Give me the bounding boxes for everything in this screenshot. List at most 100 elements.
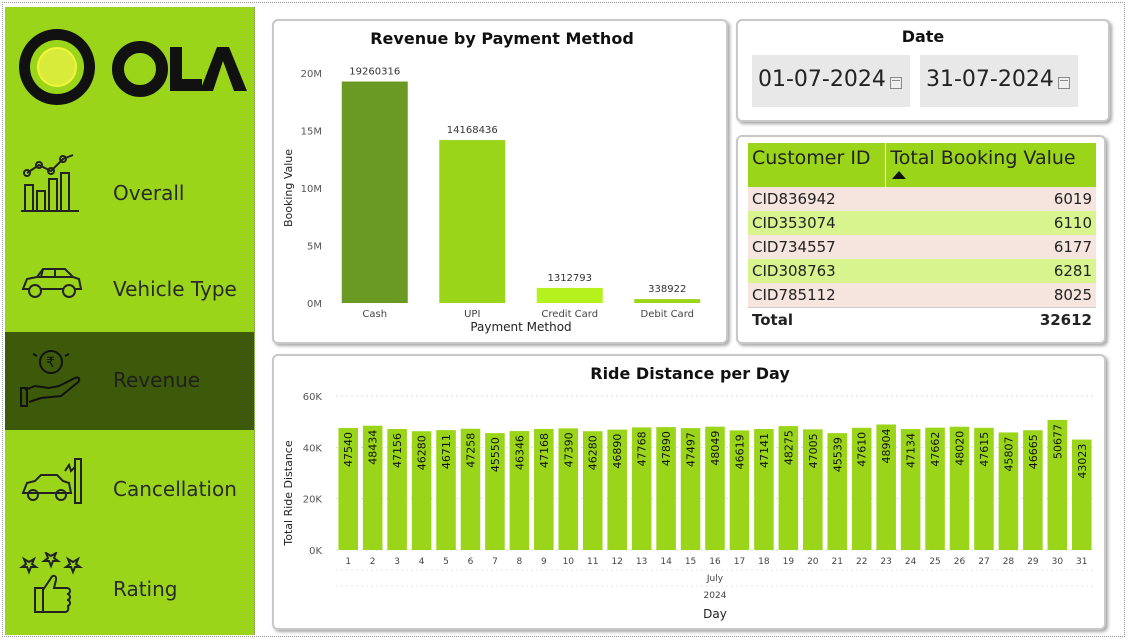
x-tick-label: 23	[880, 557, 891, 567]
booking-value-cell: 6110	[885, 211, 1096, 235]
x-tick-label: 8	[517, 557, 523, 567]
sidebar-item-label: Revenue	[113, 368, 201, 392]
x-tick-label: 20	[807, 557, 819, 567]
y-tick-label: 5M	[307, 242, 322, 253]
customer-id-cell: CID308763	[748, 259, 886, 283]
x-tick-label: 14	[660, 557, 672, 567]
table-row[interactable]: CID785112 8025	[748, 283, 1096, 308]
table-row[interactable]: CID308763 6281	[748, 259, 1096, 283]
x-tick-label: 18	[758, 557, 770, 567]
y-tick-label: 20K	[303, 495, 323, 506]
x-tick-label: 5	[443, 557, 449, 567]
sidebar-item-cancellation[interactable]: Cancellation	[5, 433, 254, 531]
table-row[interactable]: CID734557 6177	[748, 235, 1096, 259]
x-tick-label: Cash	[362, 309, 387, 320]
sidebar-item-rating[interactable]: Rating	[5, 534, 254, 632]
data-label: 47168	[538, 433, 551, 468]
start-date-input[interactable]: 01-07-2024	[752, 55, 910, 107]
data-label: 46346	[513, 435, 526, 470]
data-label: 45807	[1002, 436, 1015, 471]
stars-thumbs-up-icon	[19, 552, 83, 613]
sidebar-item-label: Overall	[113, 181, 185, 205]
end-date-input[interactable]: 31-07-2024	[920, 55, 1078, 107]
revenue-chart-card: Revenue by Payment Method 0M 5M 10M 15M 20M Bo…	[272, 19, 728, 344]
data-label: 47005	[807, 433, 820, 468]
y-axis-label: Total Ride Distance	[282, 440, 295, 546]
x-tick-label: 24	[905, 557, 917, 567]
data-label: 338922	[648, 284, 686, 295]
data-label: 48049	[709, 431, 722, 466]
booking-value-cell: 8025	[885, 283, 1096, 308]
x-tick-label: 7	[492, 557, 498, 567]
ride-distance-chart-card: Ride Distance per Day 0K 20K 40K 60K Total Ri…	[272, 354, 1106, 630]
table-row[interactable]: CID353074 6110	[748, 211, 1096, 235]
data-label: 47258	[464, 433, 477, 468]
data-label: 14168436	[447, 125, 498, 136]
x-tick-label: 26	[954, 557, 966, 567]
x-tick-label: UPI	[464, 309, 480, 320]
data-label: 46890	[611, 434, 624, 469]
data-label: 45550	[489, 437, 502, 472]
x-year-label: 2024	[704, 591, 727, 601]
data-label: 47890	[660, 431, 673, 466]
col-header-customer-id[interactable]: Customer ID	[748, 143, 886, 187]
data-label: 47768	[636, 431, 649, 466]
data-label: 46665	[1027, 434, 1040, 469]
x-tick-label: 6	[468, 557, 474, 567]
data-label: 48020	[954, 431, 967, 466]
total-label: Total	[748, 307, 886, 332]
data-label: 47141	[758, 433, 771, 468]
revenue-chart: Revenue by Payment Method 0M 5M 10M 15M 20M Bo…	[282, 29, 701, 334]
data-label: 47390	[562, 432, 575, 467]
data-label: 46280	[416, 435, 429, 470]
x-tick-label: 12	[611, 557, 622, 567]
customer-table: Customer ID Total Booking Value CID83694…	[748, 143, 1096, 332]
date-filter-card: Date 01-07-2024 31-07-2024	[736, 19, 1110, 122]
customer-id-cell: CID785112	[748, 283, 886, 308]
ride-distance-chart: Ride Distance per Day 0K 20K 40K 60K Total Ri…	[282, 364, 1094, 621]
booking-value-cell: 6281	[885, 259, 1096, 283]
chart-title: Ride Distance per Day	[590, 364, 790, 383]
x-tick-label: 28	[1003, 557, 1015, 567]
data-label: 48904	[880, 428, 893, 463]
x-axis-label: Payment Method	[470, 320, 571, 334]
data-label: 19260316	[349, 67, 400, 78]
x-tick-label: 1	[345, 557, 351, 567]
sidebar-item-label: Rating	[113, 577, 178, 601]
x-tick-label: 11	[587, 557, 598, 567]
ola-logo-icon	[19, 29, 247, 105]
calendar-icon[interactable]	[890, 77, 902, 89]
customer-id-cell: CID734557	[748, 235, 886, 259]
booking-value-cell: 6177	[885, 235, 1096, 259]
x-month-label: July	[706, 574, 724, 584]
end-date-value: 31-07-2024	[926, 67, 1054, 92]
col-header-total-booking-value[interactable]: Total Booking Value	[885, 143, 1096, 187]
customer-id-cell: CID353074	[748, 211, 886, 235]
data-label: 1312793	[547, 273, 592, 284]
data-label: 48434	[367, 430, 380, 465]
y-tick-label: 10M	[301, 184, 322, 195]
data-label: 47540	[342, 432, 355, 467]
calendar-icon[interactable]	[1058, 77, 1070, 89]
table-row[interactable]: CID836942 6019	[748, 187, 1096, 211]
bar	[634, 299, 701, 303]
x-axis-label: Day	[703, 607, 727, 621]
y-tick-label: 20M	[301, 69, 322, 80]
sort-ascending-icon[interactable]	[892, 171, 907, 179]
ola-logo	[17, 27, 247, 107]
sidebar-item-overall[interactable]: Overall	[5, 137, 254, 235]
data-label: 45539	[831, 437, 844, 472]
x-tick-label: 3	[394, 557, 400, 567]
sidebar-item-vehicle-type[interactable]: Vehicle Type	[5, 233, 254, 331]
x-tick-label: Credit Card	[541, 309, 598, 320]
x-tick-label: 17	[734, 557, 745, 567]
x-tick-label: 2	[370, 557, 376, 567]
x-tick-label: 27	[978, 557, 989, 567]
car-crash-icon	[21, 458, 82, 504]
sidebar-item-label: Cancellation	[113, 477, 237, 501]
sidebar-item-revenue[interactable]: ₹ Revenue	[5, 332, 254, 430]
sidebar: Overall Vehicle Type ₹ Revenue Cancellat…	[5, 7, 255, 635]
bar-chart-trend-icon	[21, 154, 79, 212]
x-tick-label: 4	[419, 557, 425, 567]
customer-id-cell: CID836942	[748, 187, 886, 211]
